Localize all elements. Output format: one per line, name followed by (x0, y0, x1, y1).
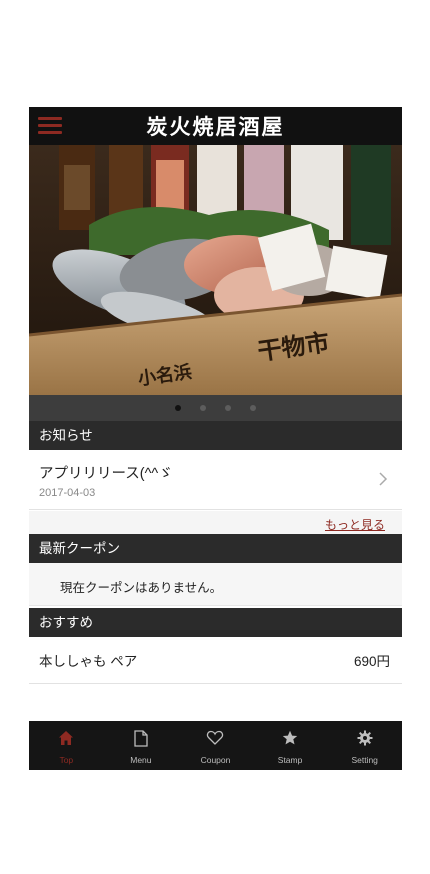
top-bar: 炭火焼居酒屋 (29, 107, 402, 145)
more-news-link[interactable]: もっと見る (325, 516, 385, 533)
recommend-item-name: 本ししゃも ペア (39, 654, 138, 669)
home-icon (59, 731, 74, 745)
bottom-tab-bar: Top Menu Coupon Stamp Setting (29, 721, 402, 770)
more-row: もっと見る (29, 511, 402, 534)
news-list-item[interactable]: アプリリリース(^^ゞ 2017-04-03 (29, 450, 402, 510)
tab-menu[interactable]: Menu (104, 721, 179, 770)
recommend-section-header: おすすめ (29, 608, 402, 637)
heart-icon (207, 730, 224, 745)
news-section-header: お知らせ (29, 421, 402, 450)
tab-setting-label: Setting (351, 755, 378, 765)
hero-carousel-image[interactable]: 干物市 小名浜 (29, 145, 402, 395)
news-item-title: アプリリリース(^^ゞ (39, 466, 173, 482)
tab-coupon[interactable]: Coupon (178, 721, 253, 770)
tab-coupon-label: Coupon (200, 755, 231, 765)
news-item-date: 2017-04-03 (39, 487, 96, 499)
star-icon (282, 730, 298, 745)
dried-fish-illustration: 干物市 小名浜 (29, 145, 402, 395)
app-screen: 炭火焼居酒屋 干物市 小名浜 お知らせ アプリリリース(^^ゞ 2017-04-… (29, 107, 402, 770)
carousel-indicator (29, 395, 402, 421)
tab-top[interactable]: Top (29, 721, 104, 770)
coupon-empty-text: 現在クーポンはありません。 (60, 581, 223, 595)
carousel-dot-1[interactable] (175, 405, 181, 411)
tab-menu-label: Menu (130, 755, 152, 765)
tab-stamp-label: Stamp (277, 755, 303, 765)
tab-top-label: Top (59, 755, 74, 765)
carousel-dot-4[interactable] (250, 405, 256, 411)
carousel-dot-3[interactable] (225, 405, 231, 411)
recommend-item-price: 690円 (353, 654, 390, 669)
tab-stamp[interactable]: Stamp (253, 721, 328, 770)
recommend-list-item[interactable]: 本ししゃも ペア 690円 (29, 638, 402, 684)
gear-icon (357, 730, 373, 746)
document-icon (134, 730, 148, 747)
chevron-right-icon (379, 472, 388, 486)
tab-setting[interactable]: Setting (327, 721, 402, 770)
app-logo: 炭火焼居酒屋 (146, 114, 285, 139)
coupon-empty-state: 現在クーポンはありません。 (29, 563, 402, 606)
coupon-section-header: 最新クーポン (29, 534, 402, 563)
carousel-dot-2[interactable] (200, 405, 206, 411)
